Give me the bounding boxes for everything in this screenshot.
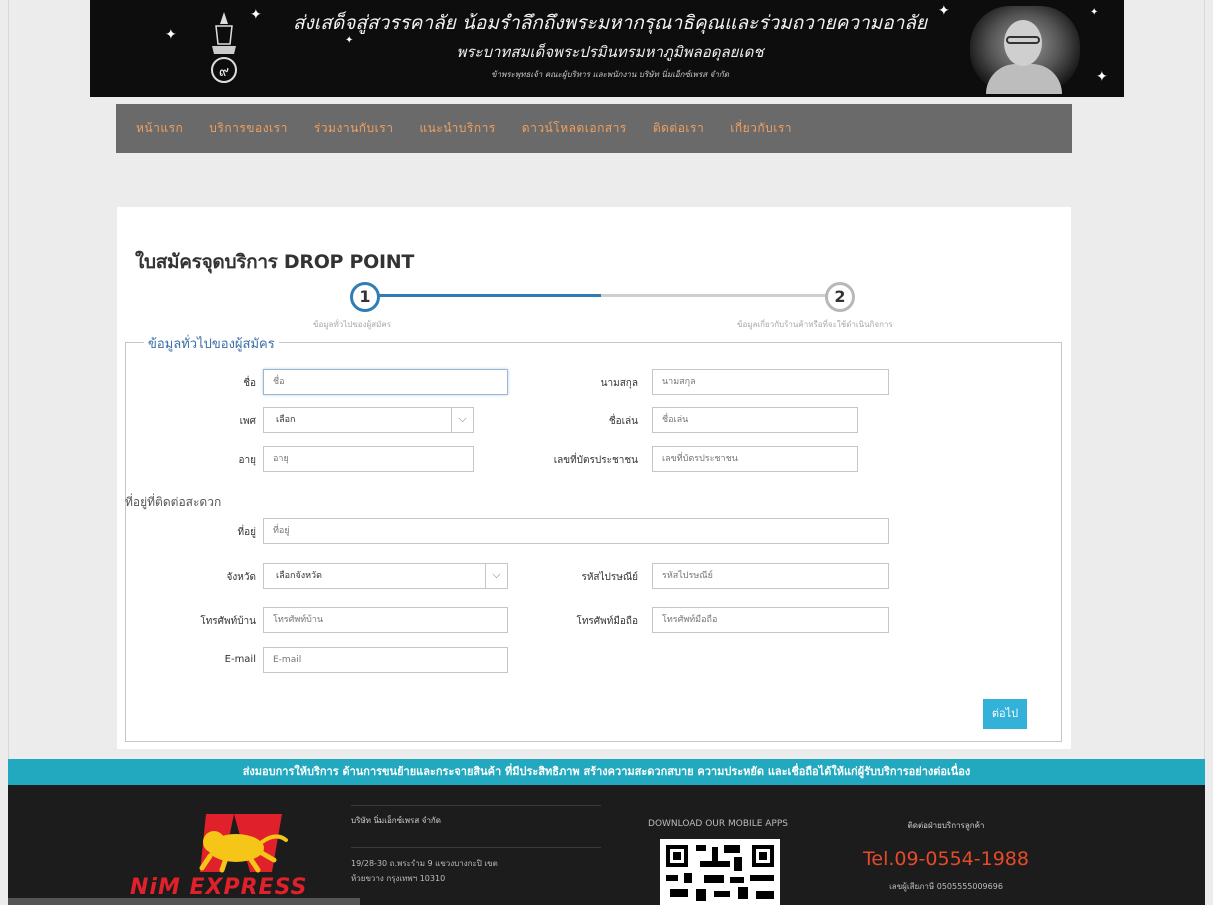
horizontal-scrollbar[interactable] (8, 898, 360, 905)
address-label: ที่อยู่ (237, 527, 256, 538)
company-address-line2: ห้วยขวาง กรุงเทพฯ 10310 (351, 874, 446, 883)
step-2-indicator: 2 (825, 282, 855, 312)
gender-select[interactable]: เลือก ⌵ (263, 407, 474, 433)
main-nav: หน้าแรก บริการของเรา ร่วมงานกับเรา แนะนำ… (116, 104, 1072, 153)
id-card-input[interactable] (652, 446, 858, 472)
banner-title-line2: พระบาทสมเด็จพระปรมินทรมหาภูมิพลอดุลยเดช (456, 43, 764, 61)
footer-tagline: ส่งมอบการให้บริการ ด้านการขนย้ายและกระจา… (8, 759, 1205, 785)
age-input[interactable] (263, 446, 474, 472)
applicant-fieldset: ข้อมูลทั่วไปของผู้สมัคร ชื่อ นามสกุล เพศ… (125, 333, 1062, 742)
page-title: ใบสมัครจุดบริการ DROP POINT (135, 251, 415, 273)
company-info: บริษัท นิ่มเอ็กซ์เพรส จำกัด 19/28-30 ถ.พ… (351, 805, 601, 886)
id-card-label: เลขที่บัตรประชาชน (553, 455, 638, 466)
step-progress-pending (601, 294, 827, 297)
gender-select-value: เลือก (276, 415, 296, 425)
address-section-heading: ที่อยู่ที่ติดต่อสะดวก (125, 495, 222, 509)
contact-heading: ติดต่อฝ่ายบริการลูกค้า (907, 821, 985, 830)
apps-heading: DOWNLOAD OUR MOBILE APPS (648, 819, 788, 829)
fieldset-legend: ข้อมูลทั่วไปของผู้สมัคร (144, 333, 279, 354)
province-select-value: เลือกจังหวัด (276, 571, 322, 581)
step-1-indicator: 1 (350, 282, 380, 312)
nim-express-logo: NiM EXPRESS (126, 812, 326, 902)
email-input[interactable] (263, 647, 508, 673)
gender-label: เพศ (239, 416, 256, 427)
banner-title-line1: ส่งเสด็จสู่สวรรคาลัย น้อมรำลึกถึงพระมหาก… (292, 12, 928, 34)
last-name-label: นามสกุล (600, 378, 638, 389)
province-label: จังหวัด (226, 572, 256, 583)
svg-text:๙: ๙ (219, 64, 229, 80)
company-name: บริษัท นิ่มเอ็กซ์เพรส จำกัด (351, 816, 441, 825)
postcode-label: รหัสไปรษณีย์ (581, 572, 638, 583)
tax-id: เลขผู้เสียภาษี 0505555009696 (889, 882, 1003, 891)
application-card: ใบสมัครจุดบริการ DROP POINT 1 2 ข้อมูลทั… (117, 207, 1071, 749)
memorial-banner: ✦ ✦ ✦ ✦ ✦ ✦ ✦ ๙ ส่งเสด็จสู่สวรรคาลัย น้อ… (90, 0, 1124, 97)
nickname-input[interactable] (652, 407, 858, 433)
company-address-line1: 19/28-30 ถ.พระรำม 9 แขวงบางกะปิ เขต (351, 859, 498, 868)
nav-item-contact[interactable]: ติดต่อเรา (653, 119, 704, 138)
nav-item-careers[interactable]: ร่วมงานกับเรา (314, 119, 394, 138)
banner-title-line3: ข้าพระพุทธเจ้า คณะผู้บริหาร และพนักงาน บ… (491, 70, 729, 79)
first-name-input[interactable] (263, 369, 508, 395)
nickname-label: ชื่อเล่น (608, 416, 638, 427)
first-name-label: ชื่อ (243, 378, 256, 389)
nav-item-recommend[interactable]: แนะนำบริการ (419, 119, 495, 138)
nav-item-home[interactable]: หน้าแรก (136, 119, 183, 138)
postcode-input[interactable] (652, 563, 889, 589)
age-label: อายุ (238, 455, 256, 466)
step-1-label: ข้อมูลทั่วไปของผู้สมัคร (313, 320, 391, 329)
customer-contact: ติดต่อฝ่ายบริการลูกค้า Tel.09-0554-1988 … (851, 819, 1041, 893)
home-phone-label: โทรศัพท์บ้าน (200, 616, 256, 627)
last-name-input[interactable] (652, 369, 889, 395)
next-button[interactable]: ต่อไป (983, 699, 1027, 729)
royal-emblem-icon: ๙ (211, 12, 237, 83)
royal-portrait (970, 6, 1080, 94)
chevron-down-icon[interactable]: ⌵ (451, 408, 473, 432)
mobile-apps: DOWNLOAD OUR MOBILE APPS (628, 819, 808, 905)
step-progress-done (379, 294, 601, 297)
mobile-input[interactable] (652, 607, 889, 633)
phone-number[interactable]: Tel.09-0554-1988 (851, 848, 1041, 870)
lion-logo-icon (199, 814, 288, 873)
nav-item-downloads[interactable]: ดาวน์โหลดเอกสาร (522, 119, 627, 138)
step-2-label: ข้อมูลเกี่ยวกับร้านค้าหรือที่จะใช้ดำเนิน… (737, 320, 893, 329)
site-footer: NiM EXPRESS บริษัท นิ่มเอ็กซ์เพรส จำกัด … (8, 785, 1205, 905)
email-label: E-mail (224, 654, 256, 665)
chevron-down-icon[interactable]: ⌵ (485, 564, 507, 588)
province-select[interactable]: เลือกจังหวัด ⌵ (263, 563, 508, 589)
logo-wordmark: NiM EXPRESS (130, 875, 308, 900)
address-input[interactable] (263, 518, 889, 544)
nav-item-services[interactable]: บริการของเรา (209, 119, 288, 138)
qr-code-icon[interactable] (660, 839, 780, 905)
nav-item-about[interactable]: เกี่ยวกับเรา (730, 119, 792, 138)
home-phone-input[interactable] (263, 607, 508, 633)
mobile-label: โทรศัพท์มือถือ (576, 616, 638, 627)
